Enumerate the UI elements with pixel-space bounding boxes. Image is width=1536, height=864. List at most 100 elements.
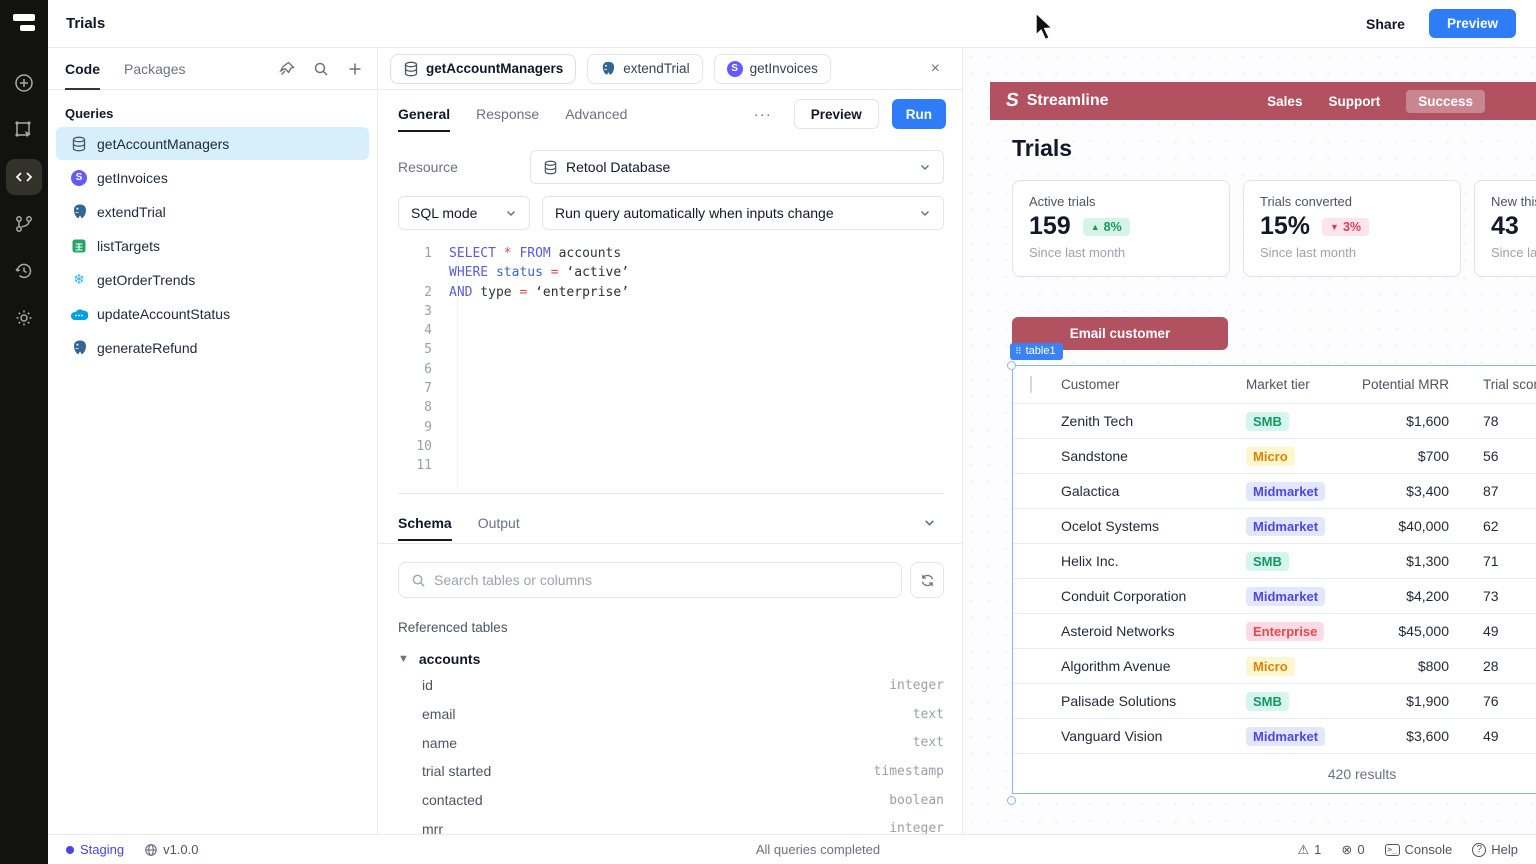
trend-badge-up: ▲8% (1083, 218, 1130, 236)
nav-link-sales[interactable]: Sales (1267, 94, 1302, 109)
table-row[interactable]: Vanguard VisionMidmarket$3,60049 (1013, 719, 1536, 754)
tab-packages[interactable]: Packages (124, 48, 185, 90)
share-button[interactable]: Share (1354, 9, 1417, 39)
table-row[interactable]: Algorithm AvenueMicro$80028 (1013, 649, 1536, 684)
schema-field-trial started[interactable]: trial startedtimestamp (378, 757, 962, 786)
col-header-market-tier[interactable]: Market tier (1246, 377, 1346, 392)
cell-score: 28 (1449, 658, 1536, 674)
code-icon[interactable] (6, 159, 42, 195)
globe-icon (144, 843, 158, 857)
query-item-getOrderTrends[interactable]: ❄getOrderTrends (56, 263, 369, 296)
query-item-listTargets[interactable]: listTargets (56, 229, 369, 262)
database-icon (403, 61, 419, 77)
errors-indicator[interactable]: ⊗ 0 (1341, 842, 1364, 858)
cell-customer: Vanguard Vision (1061, 728, 1246, 744)
table-row[interactable]: GalacticaMidmarket$3,40087 (1013, 474, 1536, 509)
console-button[interactable]: >_ Console (1385, 842, 1453, 857)
sql-code-editor[interactable]: 1SELECT * FROM accountsWHERE status = ‘a… (398, 244, 944, 487)
query-item-label: updateAccountStatus (97, 306, 230, 322)
query-item-updateAccountStatus[interactable]: updateAccountStatus (56, 297, 369, 330)
add-icon[interactable] (6, 65, 42, 101)
mode-value: SQL mode (411, 205, 477, 221)
run-trigger-select[interactable]: Run query automatically when inputs chan… (542, 196, 944, 230)
settings-gear-icon[interactable] (6, 300, 42, 336)
schema-field-mrr[interactable]: mrrinteger (378, 814, 962, 834)
help-button[interactable]: ? Help (1472, 842, 1518, 857)
table-row[interactable]: Asteroid NetworksEnterprise$45,00049 (1013, 614, 1536, 649)
overflow-menu-icon[interactable]: ··· (744, 106, 782, 123)
table-row[interactable]: Helix Inc.SMB$1,30071 (1013, 544, 1536, 579)
resize-handle[interactable] (1007, 361, 1016, 370)
query-preview-button[interactable]: Preview (794, 99, 879, 129)
schema-table-accounts[interactable]: ▼ accounts (398, 651, 962, 667)
resource-select[interactable]: Retool Database (530, 150, 944, 184)
refresh-schema-button[interactable] (910, 562, 944, 598)
query-item-label: getOrderTrends (97, 272, 195, 288)
table-row[interactable]: Conduit CorporationMidmarket$4,20073 (1013, 579, 1536, 614)
components-icon[interactable] (6, 112, 42, 148)
table-row[interactable]: Palisade SolutionsSMB$1,90076 (1013, 684, 1536, 719)
stat-card-active-trials: Active trials159▲8%Since last month (1012, 180, 1230, 277)
query-item-label: extendTrial (97, 204, 166, 220)
select-all-checkbox[interactable] (1030, 376, 1032, 393)
resize-handle[interactable] (1007, 796, 1016, 805)
editor-tab-extendTrial[interactable]: extendTrial (587, 54, 702, 84)
editor-tab-getInvoices[interactable]: SgetInvoices (714, 54, 831, 84)
collapse-chevron-icon[interactable] (913, 516, 946, 529)
code-line: 5 (398, 340, 944, 359)
drag-handle-icon: ⠿ (1015, 346, 1022, 357)
tab-schema[interactable]: Schema (398, 499, 452, 547)
col-header-potential-mrr[interactable]: Potential MRR (1346, 377, 1449, 392)
schema-field-email[interactable]: emailtext (378, 700, 962, 729)
tab-code[interactable]: Code (65, 48, 100, 90)
retool-logo-icon[interactable] (13, 14, 35, 31)
tier-badge: SMB (1246, 692, 1289, 711)
schema-search-input[interactable]: Search tables or columns (398, 562, 902, 598)
customers-table[interactable]: Customer Market tier Potential MRR Trial… (1012, 365, 1536, 794)
col-header-customer[interactable]: Customer (1061, 377, 1246, 392)
history-icon[interactable] (6, 253, 42, 289)
editor-tab-getAccountManagers[interactable]: getAccountManagers (390, 54, 576, 84)
stat-card-trials-converted: Trials converted15%▼3%Since last month (1243, 180, 1461, 277)
preview-app-button[interactable]: Preview (1429, 9, 1516, 38)
app-rail (0, 0, 48, 864)
table1-selection-tag[interactable]: ⠿ table1 (1010, 343, 1063, 360)
table-row[interactable]: Ocelot SystemsMidmarket$40,00062 (1013, 509, 1536, 544)
close-tab-icon[interactable]: × (923, 56, 948, 82)
cell-mrr: $3,600 (1346, 728, 1449, 744)
query-item-getInvoices[interactable]: SgetInvoices (56, 161, 369, 194)
table-row[interactable]: SandstoneMicro$70056 (1013, 439, 1536, 474)
salesforce-icon (70, 305, 88, 323)
table-row[interactable]: Zenith TechSMB$1,60078 (1013, 404, 1536, 439)
branch-icon[interactable] (6, 206, 42, 242)
run-query-button[interactable]: Run (892, 99, 946, 129)
schema-field-contacted[interactable]: contactedboolean (378, 786, 962, 815)
query-list: getAccountManagersSgetInvoices extendTria… (48, 127, 377, 364)
sheet-icon (70, 237, 88, 255)
environment-selector[interactable]: Staging (80, 842, 124, 857)
plus-icon[interactable] (347, 61, 363, 77)
col-header-trial-score[interactable]: Trial score (1449, 377, 1536, 392)
tab-output[interactable]: Output (478, 499, 520, 547)
pin-icon[interactable] (279, 61, 295, 77)
table-results-count: 420 results (1013, 754, 1536, 793)
query-item-getAccountManagers[interactable]: getAccountManagers (56, 127, 369, 160)
tier-badge: Enterprise (1246, 622, 1324, 641)
schema-field-id[interactable]: idinteger (378, 671, 962, 700)
queries-section-label: Queries (65, 106, 377, 121)
query-item-extendTrial[interactable]: extendTrial (56, 195, 369, 228)
version-indicator[interactable]: v1.0.0 (144, 842, 198, 857)
nav-link-support[interactable]: Support (1328, 94, 1380, 109)
search-icon[interactable] (313, 61, 329, 77)
query-item-generateRefund[interactable]: generateRefund (56, 331, 369, 364)
subtab-advanced[interactable]: Advanced (565, 90, 627, 138)
query-mode-select[interactable]: SQL mode (398, 196, 530, 230)
nav-link-success[interactable]: Success (1406, 90, 1485, 113)
cell-customer: Zenith Tech (1061, 413, 1246, 429)
status-bar: Staging v1.0.0 All queries completed ⚠ 1… (48, 834, 1536, 864)
schema-field-name[interactable]: nametext (378, 728, 962, 757)
mouse-cursor (1034, 12, 1058, 42)
subtab-general[interactable]: General (398, 90, 450, 138)
subtab-response[interactable]: Response (476, 90, 539, 138)
warnings-indicator[interactable]: ⚠ 1 (1298, 842, 1322, 858)
